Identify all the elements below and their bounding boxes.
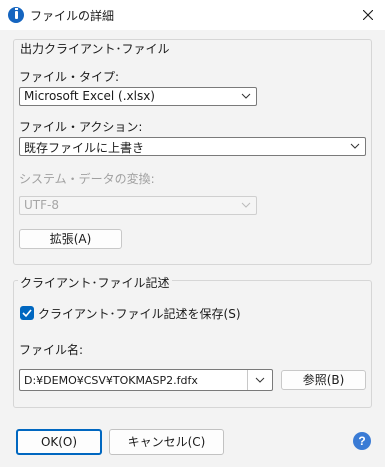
file-type-value: Microsoft Excel (.xlsx): [24, 89, 155, 103]
file-action-select[interactable]: 既存ファイルに上書き: [19, 137, 366, 156]
output-group-legend: 出力クライアント･ファイル: [18, 40, 172, 57]
expand-button[interactable]: 拡張(A): [19, 229, 122, 249]
chevron-down-icon: [241, 202, 251, 208]
encoding-label: システム・データの変換:: [19, 172, 155, 186]
description-group-legend: クライアント･ファイル記述: [18, 274, 172, 291]
window-title: ファイルの詳細: [30, 9, 115, 23]
file-type-select[interactable]: Microsoft Excel (.xlsx): [19, 87, 257, 106]
chevron-down-icon[interactable]: [255, 377, 265, 383]
close-icon: [363, 10, 373, 20]
help-icon[interactable]: ?: [353, 432, 371, 450]
ok-button[interactable]: OK(O): [16, 429, 102, 455]
chevron-down-icon: [241, 93, 251, 99]
filename-value[interactable]: D:¥DEMO¥CSV¥TOKMASP2.fdfx: [24, 374, 198, 387]
encoding-value: UTF-8: [24, 198, 59, 212]
combo-divider: [247, 370, 248, 390]
cancel-button[interactable]: キャンセル(C): [109, 429, 224, 455]
file-action-value: 既存ファイルに上書き: [24, 141, 145, 155]
file-action-label: ファイル・アクション:: [19, 120, 143, 134]
filename-combo[interactable]: D:¥DEMO¥CSV¥TOKMASP2.fdfx: [19, 369, 273, 391]
save-description-label[interactable]: クライアント･ファイル記述を保存(S): [38, 305, 241, 322]
checkmark-icon: [22, 309, 32, 318]
chevron-down-icon: [350, 143, 360, 149]
file-detail-dialog: ファイルの詳細 出力クライアント･ファイル ファイル・タイプ: Microsof…: [0, 0, 385, 467]
encoding-select: UTF-8: [19, 196, 257, 215]
close-button[interactable]: [351, 0, 385, 30]
info-app-icon: [8, 7, 24, 23]
file-type-label: ファイル・タイプ:: [19, 70, 120, 84]
save-description-checkbox[interactable]: [20, 306, 34, 320]
browse-button[interactable]: 参照(B): [281, 370, 366, 390]
title-bar: ファイルの詳細: [0, 0, 385, 30]
filename-label: ファイル名:: [19, 343, 84, 357]
